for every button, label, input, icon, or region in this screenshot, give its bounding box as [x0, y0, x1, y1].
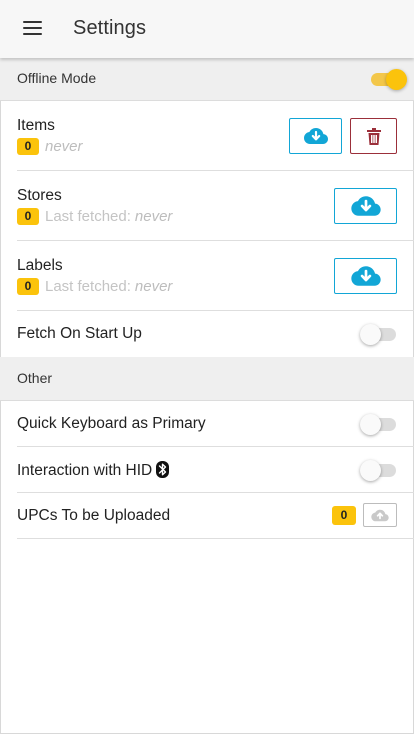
upcs-upload-button[interactable] [363, 503, 397, 527]
bluetooth-icon [156, 461, 170, 478]
hamburger-menu-icon[interactable] [23, 21, 42, 36]
items-delete-button[interactable] [350, 118, 397, 154]
divider [17, 538, 414, 539]
stores-download-button[interactable] [334, 188, 397, 224]
hid-interaction-title: Interaction with HID [17, 461, 170, 480]
fetch-on-startup-toggle[interactable] [360, 323, 398, 345]
items-title: Items [17, 117, 55, 134]
items-download-button[interactable] [289, 118, 342, 154]
cloud-download-icon [350, 266, 381, 286]
fetch-on-startup-label: Fetch On Start Up [17, 325, 142, 342]
stores-count-badge: 0 [17, 208, 39, 225]
labels-last-fetched-label: Last fetched: [45, 278, 131, 295]
items-count-badge: 0 [17, 138, 39, 155]
cloud-upload-icon [371, 509, 389, 521]
hid-interaction-label: Interaction with HID [17, 462, 153, 479]
labels-count-badge: 0 [17, 278, 39, 295]
offline-mode-toggle[interactable] [369, 68, 407, 90]
trash-icon [366, 127, 381, 145]
page-title: Settings [73, 17, 147, 39]
items-meta: 0 never [17, 138, 83, 155]
hid-interaction-row: Interaction with HID [0, 447, 414, 493]
items-row: Items 0 never [0, 101, 414, 171]
labels-last-fetched-value: never [134, 278, 173, 295]
quick-keyboard-row: Quick Keyboard as Primary [0, 401, 414, 447]
items-last-fetched-value: never [45, 138, 83, 155]
upcs-label: UPCs To be Uploaded [17, 507, 171, 524]
section-header-offline-mode: Offline Mode [0, 57, 414, 101]
section-header-label: Offline Mode [17, 70, 97, 86]
labels-row: Labels 0 Last fetched: never [0, 241, 414, 311]
app-bar: Settings [0, 0, 414, 58]
section-header-other: Other [0, 357, 414, 401]
section-header-label: Other [17, 370, 53, 386]
labels-download-button[interactable] [334, 258, 397, 294]
stores-meta: 0 Last fetched: never [17, 208, 172, 225]
stores-last-fetched-value: never [134, 208, 173, 225]
labels-title: Labels [17, 257, 63, 274]
cloud-download-icon [303, 128, 328, 144]
quick-keyboard-toggle[interactable] [360, 413, 398, 435]
hid-interaction-toggle[interactable] [360, 459, 398, 481]
upcs-row: UPCs To be Uploaded 0 [0, 493, 414, 539]
quick-keyboard-label: Quick Keyboard as Primary [17, 415, 206, 432]
fetch-on-startup-row: Fetch On Start Up [0, 311, 414, 357]
stores-row: Stores 0 Last fetched: never [0, 171, 414, 241]
labels-meta: 0 Last fetched: never [17, 278, 172, 295]
stores-title: Stores [17, 187, 62, 204]
cloud-download-icon [350, 196, 381, 216]
upcs-count-badge: 0 [332, 506, 356, 525]
stores-last-fetched-label: Last fetched: [45, 208, 131, 225]
